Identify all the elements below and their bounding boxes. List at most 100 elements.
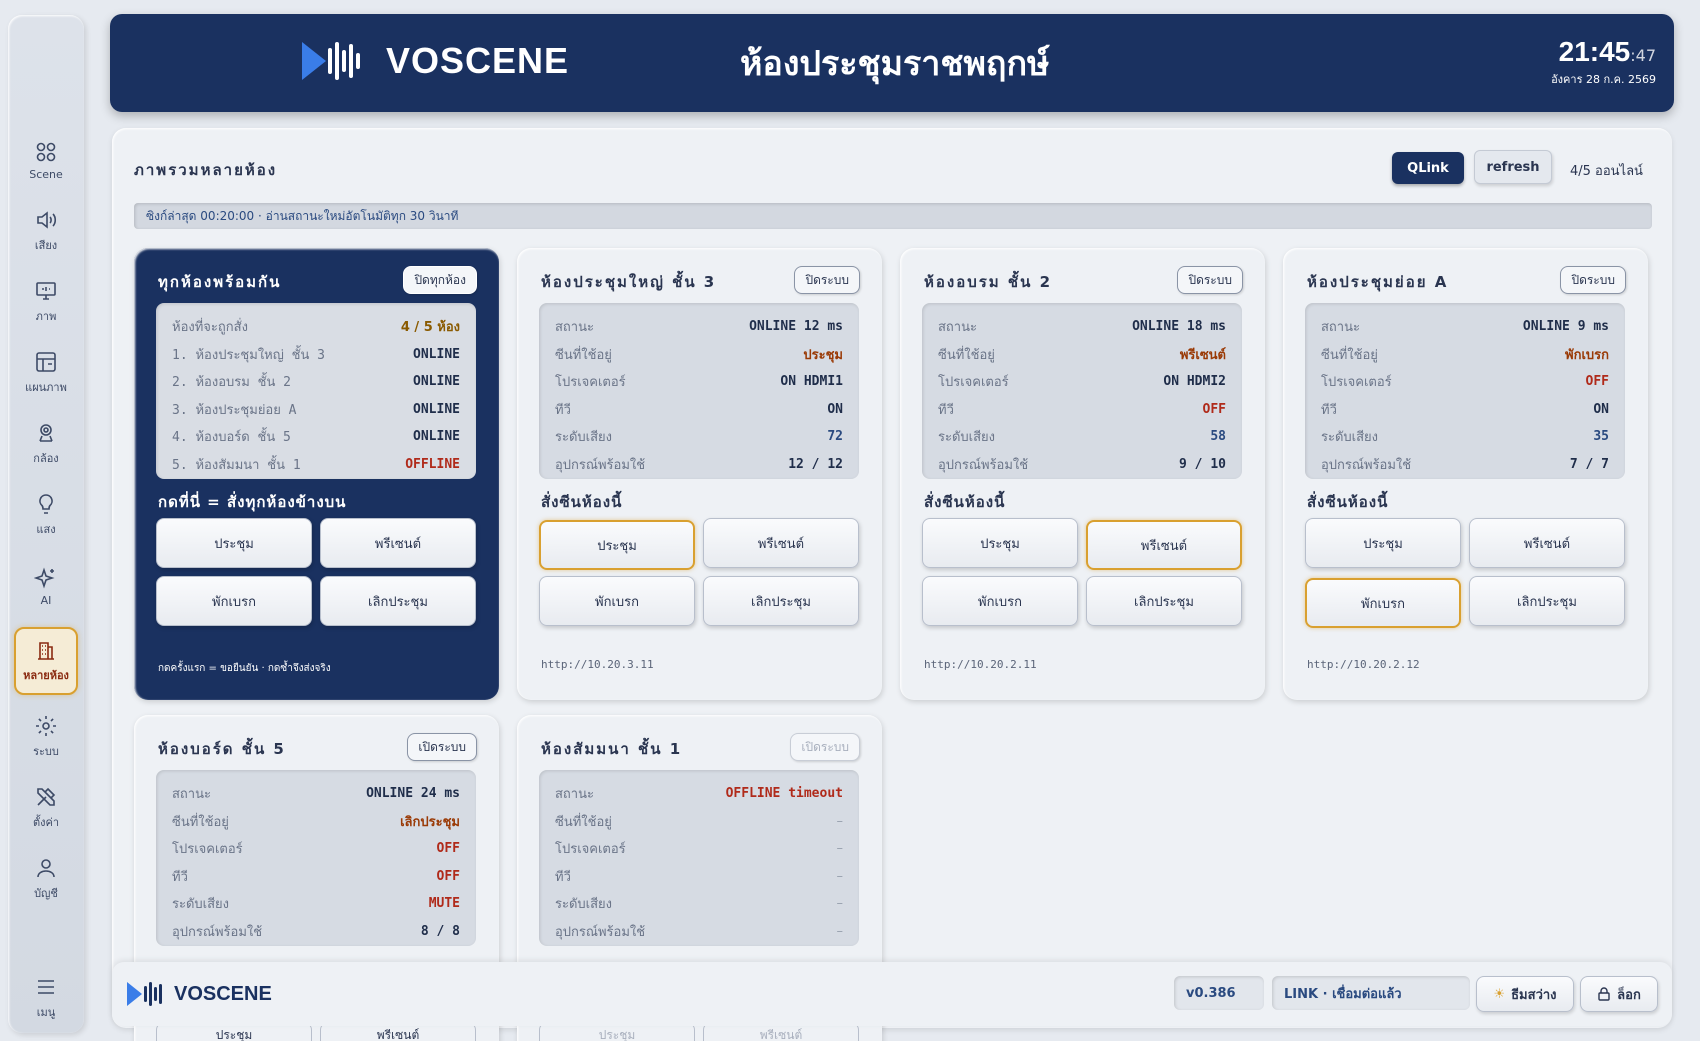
room-card: ห้องอบรม ชั้น 2 ปิดระบบ สถานะ ONLINE 18 m… xyxy=(900,248,1265,700)
clock-seconds: :47 xyxy=(1630,46,1656,65)
room-url[interactable]: http://10.20.2.12 xyxy=(1307,658,1420,671)
tv-value: OFF xyxy=(1202,401,1226,417)
brand-name: VOSCENE xyxy=(386,40,570,81)
qlink-button[interactable]: QLink xyxy=(1392,152,1464,184)
power-on-button[interactable]: เปิดระบบ xyxy=(407,733,477,761)
projector-value: OFF xyxy=(1585,374,1609,390)
clock: 21:45:47 อังคาร 28 ก.ค. 2569 xyxy=(1551,36,1656,88)
theme-button[interactable]: ☀ ธีมสว่าง xyxy=(1476,976,1574,1012)
nav-system[interactable]: ระบบ xyxy=(14,707,78,767)
cmd-title: สั่งซีนห้องนี้ xyxy=(924,493,1006,511)
multiroom-panel: ภาพรวมหลายห้อง QLink refresh 4/5 ออนไลน์… xyxy=(112,128,1672,1041)
all-scene-present-button[interactable]: พรีเซนต์ xyxy=(320,518,476,568)
scene-value: เลิกประชุม xyxy=(400,814,460,830)
scene-break-button[interactable]: พักเบรก xyxy=(539,576,695,626)
sparkle-icon xyxy=(34,566,55,589)
nav-layout[interactable]: แผนภาพ xyxy=(14,343,78,403)
scene-meeting-button[interactable]: ประชุม xyxy=(922,518,1078,568)
monitor-icon xyxy=(36,282,56,300)
nav-label: เมนู xyxy=(36,1006,56,1019)
nav-menu[interactable]: เมนู xyxy=(14,968,78,1028)
tv-value: – xyxy=(836,868,844,884)
lock-button[interactable]: ล็อก xyxy=(1580,976,1658,1012)
room-title: ห้องประชุมราชพฤกษ์ xyxy=(740,44,1050,84)
power-off-button[interactable]: ปิดระบบ xyxy=(1560,266,1626,294)
voscene-logo-icon xyxy=(127,982,162,1006)
scene-value: พักเบรก xyxy=(1565,347,1609,363)
room-card: ห้องประชุมย่อย A ปิดระบบ สถานะ ONLINE 9 m… xyxy=(1283,248,1648,700)
power-off-button[interactable]: ปิดระบบ xyxy=(1177,266,1243,294)
cmd-title: สั่งซีนห้องนี้ xyxy=(541,493,623,511)
room-info: สถานะ OFFLINE timeout ซีนที่ใช้อยู่ – โปรเ… xyxy=(539,770,859,946)
sun-icon: ☀ xyxy=(1493,986,1506,1002)
devices-value: 7 / 7 xyxy=(1569,456,1609,472)
scene-present-button[interactable]: พรีเซนต์ xyxy=(1469,518,1625,568)
projector-value: OFF xyxy=(436,841,460,857)
nav-ai[interactable]: AI xyxy=(14,556,78,616)
all-scene-break-button[interactable]: พักเบรก xyxy=(156,576,312,626)
volume-value: 58 xyxy=(1210,429,1226,445)
info-row: 3. ห้องประชุมย่อย A ONLINE xyxy=(172,401,460,418)
all-scene-end-button[interactable]: เลิกประชุม xyxy=(320,576,476,626)
nav-label: ตั้งค่า xyxy=(32,816,60,829)
volume-value: 35 xyxy=(1593,429,1609,445)
room-card: ห้องประชุมใหญ่ ชั้น 3 ปิดระบบ สถานะ ONLIN… xyxy=(517,248,882,700)
user-icon xyxy=(37,859,55,878)
room-info: สถานะ ONLINE 12 ms ซีนที่ใช้อยู่ ประชุม โป… xyxy=(539,303,859,479)
scene-meeting-button[interactable]: ประชุม xyxy=(539,520,695,570)
sync-status-bar: ซิงก์ล่าสุด 00:20:00 · อ่านสถานะใหม่อัตโ… xyxy=(134,203,1652,229)
scene-end-button[interactable]: เลิกประชุม xyxy=(1086,576,1242,626)
scene-present-button[interactable]: พรีเซนต์ xyxy=(703,518,859,568)
devices-value: – xyxy=(836,923,844,939)
nav-scene[interactable]: Scene xyxy=(14,130,78,190)
nav-settings[interactable]: ตั้งค่า xyxy=(14,778,78,838)
cmd-title: สั่งซีนห้องนี้ xyxy=(1307,493,1389,511)
nav-light[interactable]: แสง xyxy=(14,485,78,545)
power-off-button[interactable]: ปิดระบบ xyxy=(794,266,860,294)
nav-label: บัญชี xyxy=(34,887,58,900)
nav-label: AI xyxy=(40,593,52,607)
lock-icon xyxy=(1598,987,1610,1001)
card-title: ห้องประชุมย่อย A xyxy=(1307,273,1449,291)
scene-present-button[interactable]: พรีเซนต์ xyxy=(1086,520,1242,570)
scene-break-button[interactable]: พักเบรก xyxy=(922,576,1078,626)
card-title: ห้องประชุมใหญ่ ชั้น 3 xyxy=(541,273,717,291)
card-title: ห้องสัมมนา ชั้น 1 xyxy=(541,740,683,758)
sidebar: Scene เสียง ภาพ แผนภาพ กล้อง แสง AI หลาย… xyxy=(8,15,84,1033)
volume-value: 72 xyxy=(827,429,843,445)
brand-logo: VOSCENE xyxy=(300,38,569,84)
volume-value: – xyxy=(836,896,844,912)
card-title: ทุกห้องพร้อมกัน xyxy=(158,273,282,291)
info-row: 2. ห้องอบรม ชั้น 2 ONLINE xyxy=(172,374,460,391)
projector-value: ON HDMI2 xyxy=(1163,374,1226,390)
room-url[interactable]: http://10.20.3.11 xyxy=(541,658,654,671)
scene-value: – xyxy=(836,813,844,829)
room-info: สถานะ ONLINE 18 ms ซีนที่ใช้อยู่ พรีเซนต์ … xyxy=(922,303,1242,479)
info-row: 4. ห้องบอร์ด ชั้น 5 ONLINE xyxy=(172,429,460,446)
info-row: 5. ห้องสัมมนา ชั้น 1 OFFLINE xyxy=(172,456,460,473)
nav-camera[interactable]: กล้อง xyxy=(14,414,78,474)
power-on-button[interactable]: เปิดระบบ xyxy=(790,733,860,761)
nav-label: กล้อง xyxy=(33,452,59,465)
version-badge: v0.386 xyxy=(1174,976,1264,1010)
devices-value: 9 / 10 xyxy=(1179,456,1226,472)
nav-audio[interactable]: เสียง xyxy=(14,201,78,261)
info-row: 1. ห้องประชุมใหญ่ ชั้น 3 ONLINE xyxy=(172,346,460,363)
status-value: ONLINE 24 ms xyxy=(366,786,460,802)
nav-account[interactable]: บัญชี xyxy=(14,849,78,909)
room-info: สถานะ ONLINE 9 ms ซีนที่ใช้อยู่ พักเบรก โป… xyxy=(1305,303,1625,479)
scene-break-button[interactable]: พักเบรก xyxy=(1305,578,1461,628)
voscene-logo-icon xyxy=(302,42,360,80)
scene-meeting-button[interactable]: ประชุม xyxy=(1305,518,1461,568)
menu-icon xyxy=(38,980,54,994)
room-url[interactable]: http://10.20.2.11 xyxy=(924,658,1037,671)
all-scene-meeting-button[interactable]: ประชุม xyxy=(156,518,312,568)
scene-end-button[interactable]: เลิกประชุม xyxy=(1469,576,1625,626)
scene-icon xyxy=(36,142,56,161)
scene-end-button[interactable]: เลิกประชุม xyxy=(703,576,859,626)
nav-label: ระบบ xyxy=(33,745,59,758)
close-all-button[interactable]: ปิดทุกห้อง xyxy=(403,266,477,294)
nav-video[interactable]: ภาพ xyxy=(14,272,78,332)
nav-multiroom[interactable]: หลายห้อง xyxy=(14,627,78,695)
refresh-button[interactable]: refresh xyxy=(1474,150,1552,184)
